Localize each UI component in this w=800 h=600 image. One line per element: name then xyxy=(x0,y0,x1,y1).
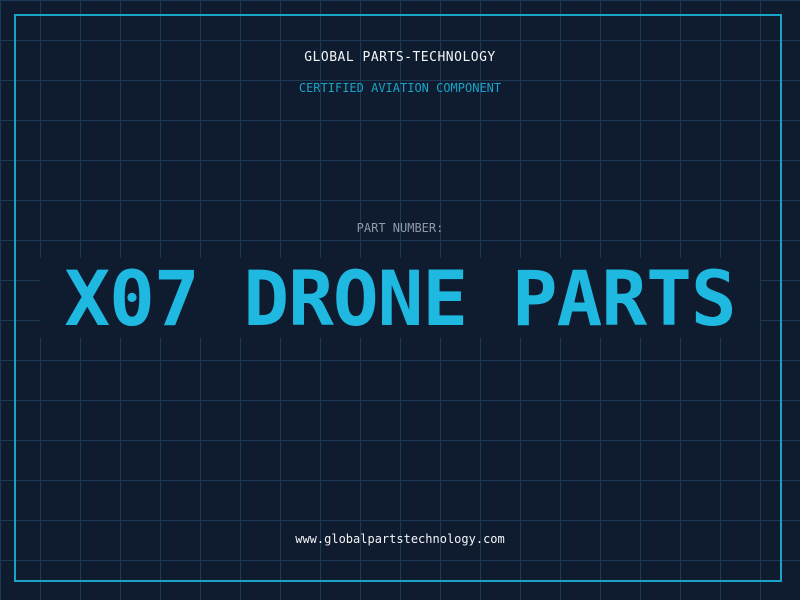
certification-subtitle: CERTIFIED AVIATION COMPONENT xyxy=(298,81,502,95)
brand-title: GLOBAL PARTS-TECHNOLOGY xyxy=(304,50,496,65)
website-url: www.globalpartstechnology.com xyxy=(295,532,505,546)
part-number-value: X07 DRONE PARTS xyxy=(64,254,736,343)
part-number-label: PART NUMBER: xyxy=(356,221,444,235)
